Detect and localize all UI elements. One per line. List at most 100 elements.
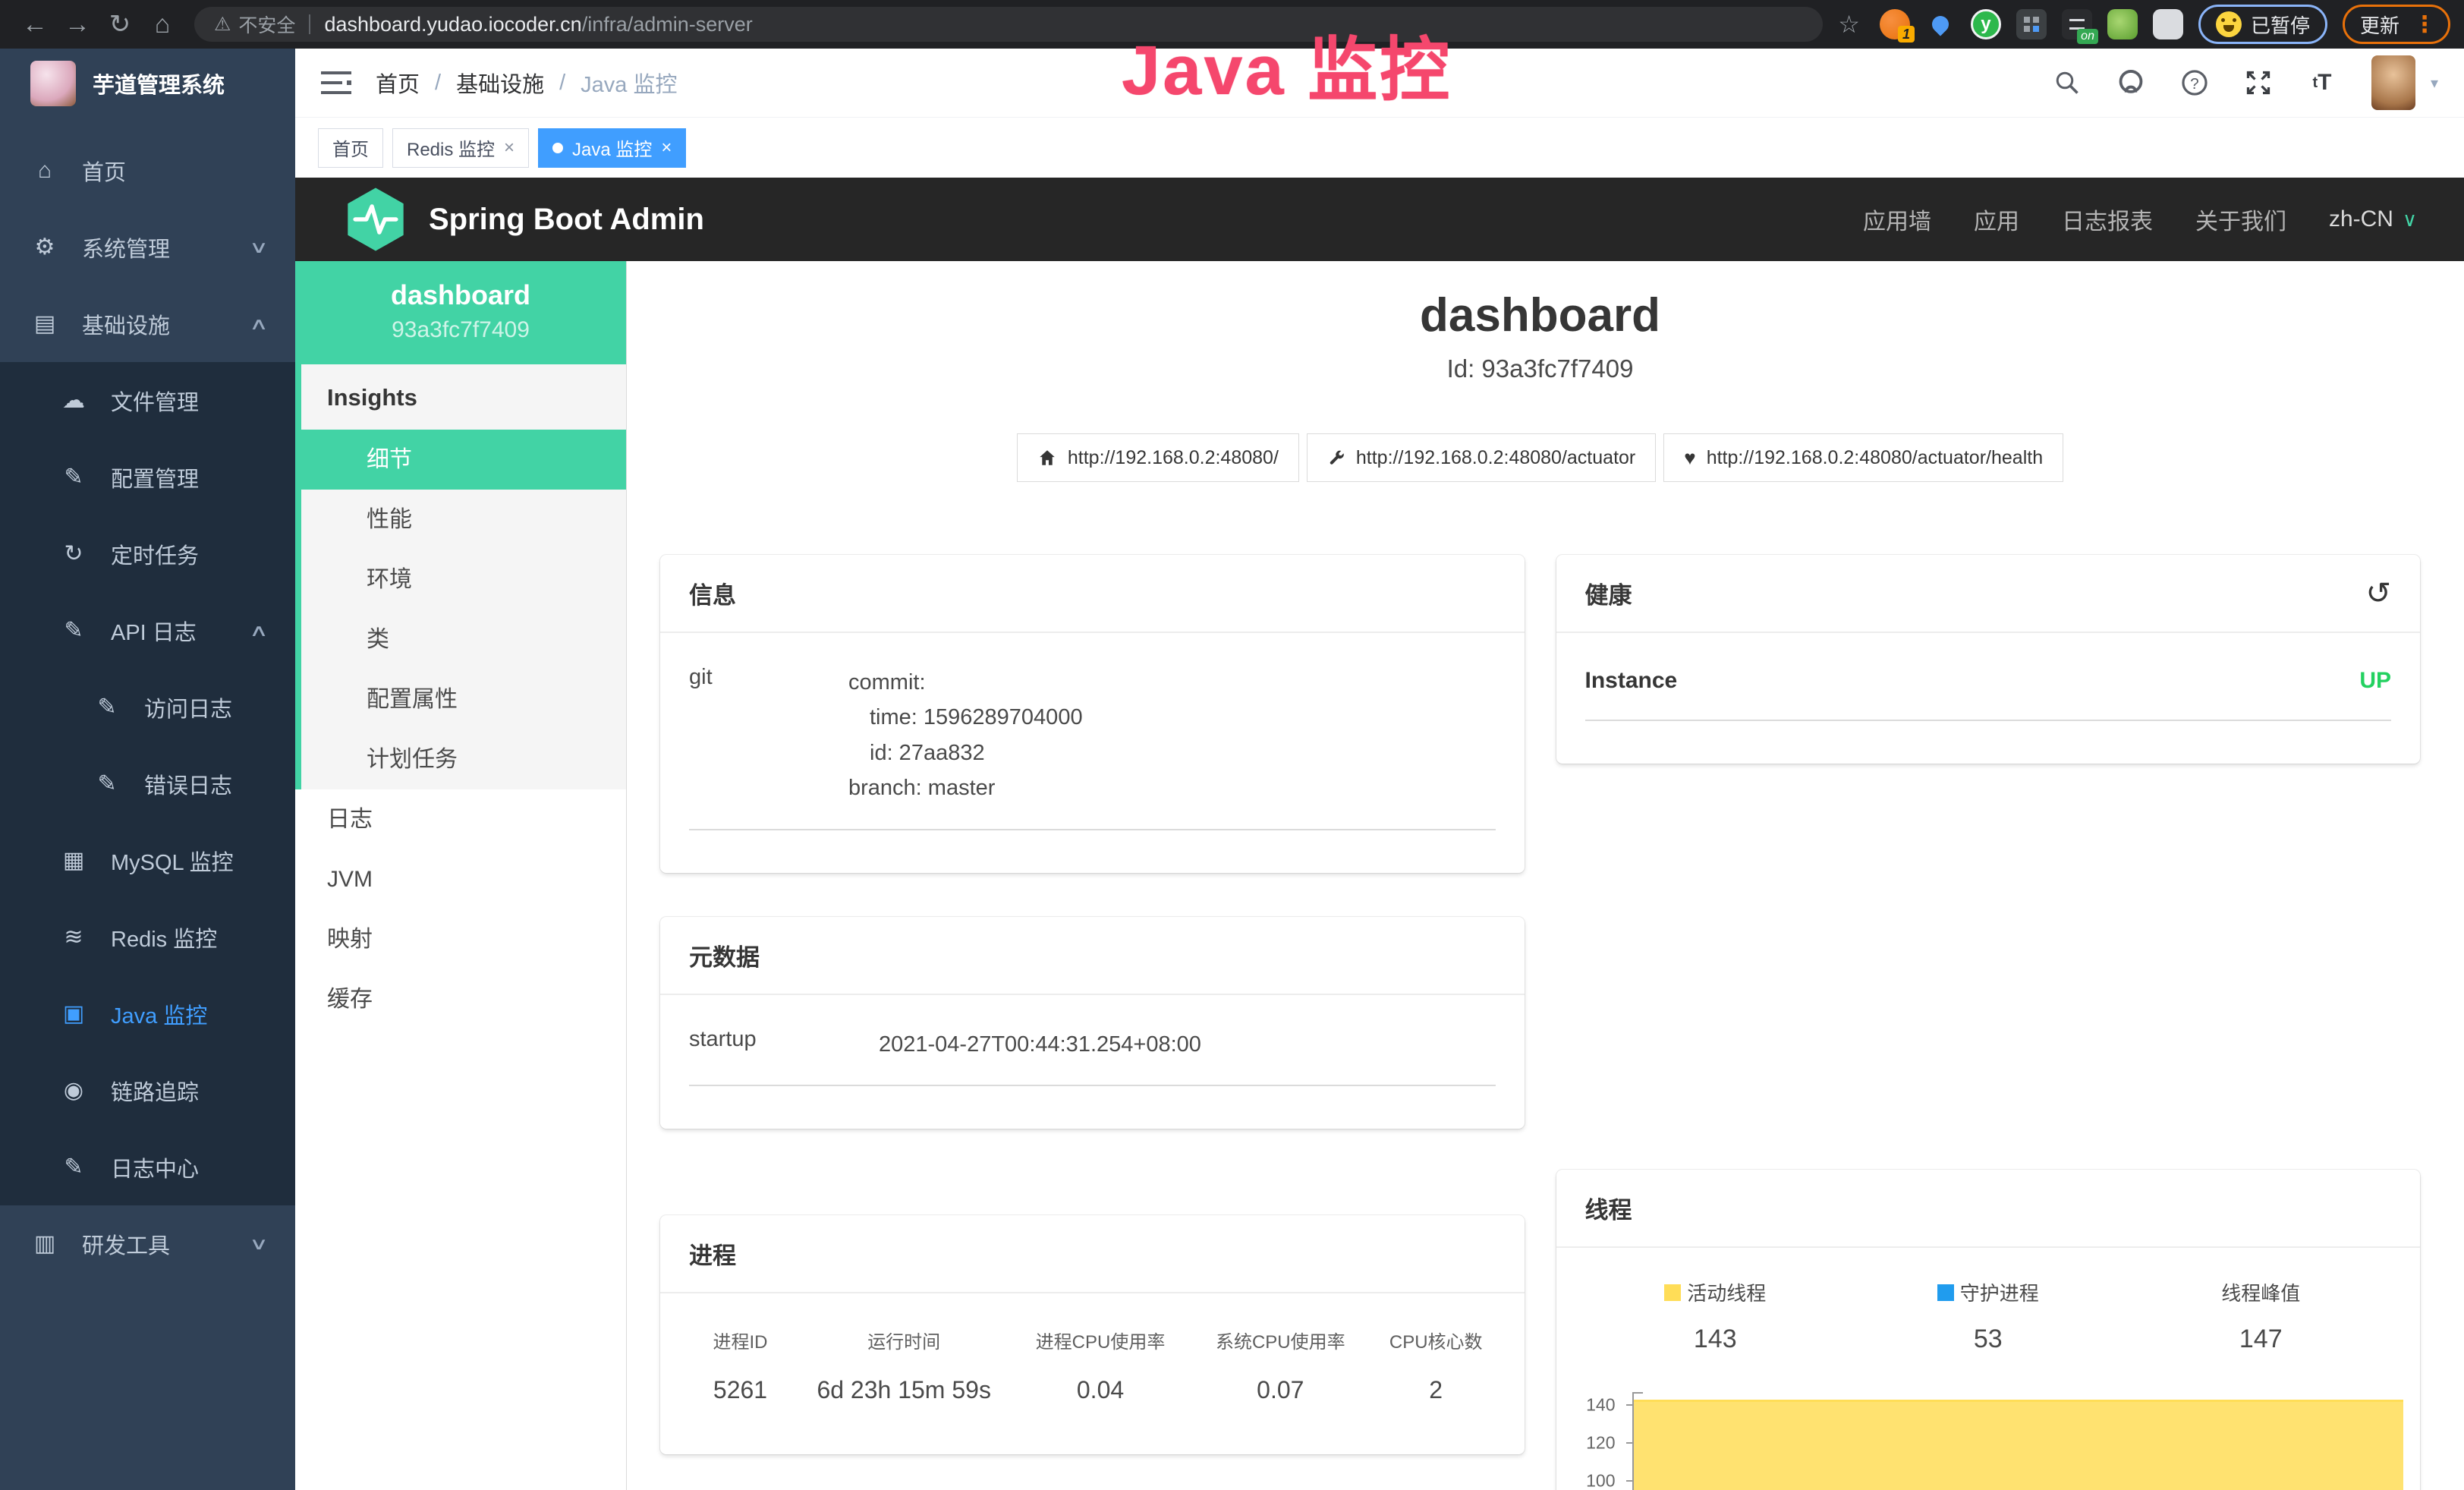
sidebar-item-api-log[interactable]: ✎ API 日志 ∧	[0, 592, 295, 669]
text-size-small: t	[2312, 74, 2318, 92]
tab-metrics[interactable]: 性能	[301, 490, 626, 550]
tab-classes[interactable]: 类	[301, 610, 626, 669]
sidebar-item-error-log[interactable]: ✎ 错误日志	[0, 745, 295, 822]
sidebar-item-config-mgmt[interactable]: ✎ 配置管理	[0, 439, 295, 515]
reload-icon[interactable]: ↻	[99, 9, 141, 39]
extension-icon-green[interactable]	[2107, 9, 2138, 39]
extension-icon-orange[interactable]: 1	[1880, 9, 1910, 39]
forward-icon[interactable]: →	[56, 10, 99, 39]
tickmark	[1626, 1442, 1634, 1444]
insights-section-title: Insights	[301, 364, 626, 430]
tab-environment[interactable]: 环境	[301, 550, 626, 610]
process-value-cpus: 2	[1370, 1353, 1502, 1404]
browser-update-button[interactable]: 更新 ⋮	[2343, 5, 2450, 44]
search-icon[interactable]	[2053, 68, 2082, 97]
tab-config-props[interactable]: 配置属性	[301, 669, 626, 729]
sidebar-item-file-mgmt[interactable]: ☁ 文件管理	[0, 362, 295, 439]
spring-boot-admin-brand[interactable]: Spring Boot Admin	[429, 203, 704, 237]
tab-scheduled-tasks[interactable]: 计划任务	[301, 729, 626, 789]
bookmark-star-icon[interactable]: ☆	[1838, 10, 1860, 39]
fold-menu-icon[interactable]	[321, 70, 351, 96]
insights-group: Insights 细节 性能 环境 类 配置属性 计划任务	[295, 364, 626, 789]
instance-sidebar: dashboard 93a3fc7f7409 Insights 细节 性能 环境…	[295, 261, 627, 1490]
process-card: 进程 进程ID 运行时间 进程CPU使用率 系统CPU使用率 CPU核心数 52…	[660, 1215, 1525, 1454]
instance-name: dashboard	[301, 279, 620, 311]
tab-java-monitor[interactable]: Java 监控 ×	[538, 128, 686, 168]
spring-boot-admin-logo[interactable]	[342, 184, 409, 254]
locale-select[interactable]: zh-CN ∨	[2329, 206, 2417, 232]
legend-peak-threads: 线程峰值	[2125, 1278, 2398, 1306]
tab-home[interactable]: 首页	[318, 128, 383, 168]
browser-menu-icon[interactable]: ⋮	[2409, 11, 2440, 38]
breadcrumb-infrastructure[interactable]: 基础设施	[456, 67, 544, 99]
sba-nav-about[interactable]: 关于我们	[2195, 203, 2286, 236]
tickmark	[1626, 1480, 1634, 1482]
close-icon[interactable]: ×	[504, 137, 515, 159]
sba-nav: 应用墙 应用 日志报表 关于我们 zh-CN ∨	[1863, 203, 2417, 236]
sidebar-item-log-center[interactable]: ✎ 日志中心	[0, 1129, 295, 1205]
tab-details[interactable]: 细节	[301, 430, 626, 490]
sidebar-item-label: 错误日志	[144, 768, 232, 800]
tab-caches[interactable]: 缓存	[295, 969, 626, 1029]
sidebar-item-mysql-monitor[interactable]: ▦ MySQL 监控	[0, 822, 295, 899]
header-actions: ? tT ▾	[2053, 55, 2438, 110]
sba-nav-journal[interactable]: 日志报表	[2062, 203, 2153, 236]
git-branch-line: branch: master	[848, 770, 1083, 805]
tab-mappings[interactable]: 映射	[295, 909, 626, 969]
monitor-icon: ▤	[30, 310, 59, 337]
extension-icon-tampermonkey[interactable]: on	[2062, 9, 2092, 39]
close-icon[interactable]: ×	[661, 137, 672, 159]
breadcrumb: 首页 / 基础设施 / Java 监控	[376, 67, 677, 99]
tab-logging[interactable]: 日志	[295, 789, 626, 849]
sba-nav-applications[interactable]: 应用	[1974, 203, 2019, 236]
sidebar-item-label: 日志中心	[111, 1151, 199, 1183]
app-logo-row[interactable]: 芋道管理系统	[0, 49, 295, 118]
fullscreen-icon[interactable]	[2244, 68, 2273, 97]
sidebar-item-java-monitor[interactable]: ▣ Java 监控	[0, 975, 295, 1052]
process-header-system-cpu: 系统CPU使用率	[1191, 1327, 1370, 1353]
avatar-caret-icon[interactable]: ▾	[2431, 74, 2438, 93]
sidebar-item-tracing[interactable]: ◉ 链路追踪	[0, 1052, 295, 1129]
sidebar-item-scheduled-jobs[interactable]: ↻ 定时任务	[0, 515, 295, 592]
url-divider	[309, 14, 310, 34]
health-history-icon[interactable]: ↺	[2365, 578, 2391, 609]
sidebar-item-label: 定时任务	[111, 538, 199, 570]
tab-jvm[interactable]: JVM	[295, 849, 626, 909]
page-title: dashboard	[660, 288, 2420, 342]
sidebar-item-redis-monitor[interactable]: ≋ Redis 监控	[0, 899, 295, 975]
sidebar-item-access-log[interactable]: ✎ 访问日志	[0, 669, 295, 745]
sba-nav-wallboard[interactable]: 应用墙	[1863, 203, 1931, 236]
extension-icon-grid[interactable]	[2016, 9, 2047, 39]
sidebar-item-home[interactable]: ⌂ 首页	[0, 132, 295, 209]
text-size-icon[interactable]: tT	[2308, 68, 2337, 97]
breadcrumb-home[interactable]: 首页	[376, 67, 420, 99]
extensions-puzzle-icon[interactable]	[2153, 9, 2183, 39]
back-icon[interactable]: ←	[14, 10, 56, 39]
health-instance-row[interactable]: Instance UP	[1585, 633, 2392, 721]
process-header-cpus: CPU核心数	[1370, 1327, 1502, 1353]
sidebar-item-system-mgmt[interactable]: ⚙ 系统管理 ∨	[0, 209, 295, 285]
health-url-button[interactable]: ♥ http://192.168.0.2:48080/actuator/heal…	[1663, 433, 2063, 482]
peak-threads-value: 147	[2125, 1325, 2398, 1354]
home-icon: ⌂	[30, 158, 59, 184]
url-bar[interactable]: ⚠ 不安全 dashboard.yudao.iocoder.cn/infra/a…	[194, 7, 1823, 42]
sidebar-item-infrastructure[interactable]: ▤ 基础设施 ∧	[0, 285, 295, 362]
admin-menu: ⌂ 首页 ⚙ 系统管理 ∨ ▤ 基础设施 ∧ ☁ 文件管理 ✎ 配置管	[0, 118, 295, 1282]
service-url-button[interactable]: http://192.168.0.2:48080/	[1017, 433, 1299, 482]
profile-paused-chip[interactable]: 已暂停	[2198, 5, 2327, 44]
extension-icon-pin[interactable]	[1925, 9, 1956, 39]
spring-boot-admin-header: Spring Boot Admin 应用墙 应用 日志报表 关于我们 zh-CN…	[295, 178, 2464, 261]
active-tab-dot	[552, 143, 563, 153]
help-icon[interactable]: ?	[2180, 68, 2209, 97]
browser-home-icon[interactable]: ⌂	[141, 10, 184, 39]
sidebar-item-dev-tools[interactable]: ▥ 研发工具 ∨	[0, 1205, 295, 1282]
extension-icon-y[interactable]: y	[1971, 9, 2001, 39]
actuator-url-button[interactable]: http://192.168.0.2:48080/actuator	[1307, 433, 1656, 482]
chevron-down-icon: ∨	[249, 1234, 269, 1254]
user-avatar[interactable]	[2371, 55, 2415, 110]
instance-header[interactable]: dashboard 93a3fc7f7409	[295, 261, 626, 364]
github-icon[interactable]	[2116, 68, 2145, 97]
health-url: http://192.168.0.2:48080/actuator/health	[1707, 447, 2043, 469]
tab-redis-monitor[interactable]: Redis 监控 ×	[392, 128, 529, 168]
edit-icon: ✎	[93, 694, 121, 720]
